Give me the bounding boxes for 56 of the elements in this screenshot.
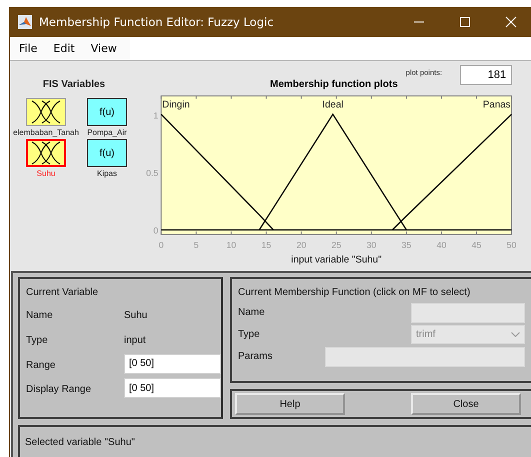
x-tick-label: 45 bbox=[472, 240, 482, 250]
field-label: Name bbox=[26, 310, 54, 321]
membership-curve[interactable] bbox=[392, 114, 512, 231]
input-field[interactable]: [0 50] bbox=[124, 354, 221, 374]
menu-item[interactable]: Edit bbox=[44, 42, 82, 55]
mf-label[interactable]: Ideal bbox=[322, 100, 344, 111]
field-value: input bbox=[124, 334, 146, 346]
membership-curve[interactable] bbox=[160, 114, 274, 231]
y-tick-label: 0.5 bbox=[146, 168, 158, 178]
field-label: Params bbox=[238, 351, 274, 362]
x-tick-label: 10 bbox=[226, 240, 236, 250]
x-tick-label: 20 bbox=[296, 240, 306, 250]
window-title: Membership Function Editor: Fuzzy Logic bbox=[39, 15, 274, 29]
x-tick-label: 5 bbox=[194, 240, 199, 250]
app-icon bbox=[18, 15, 32, 29]
x-tick-label: 0 bbox=[158, 240, 164, 250]
chevron-down-icon bbox=[511, 332, 520, 337]
field-label: Type bbox=[26, 334, 49, 346]
mf-label[interactable]: Dingin bbox=[162, 100, 190, 111]
dialog-button[interactable]: Help bbox=[235, 393, 345, 415]
field-value: Suhu bbox=[124, 310, 148, 321]
field-label: Display Range bbox=[26, 384, 92, 396]
y-tick-label: 0 bbox=[153, 226, 158, 236]
status-message: Selected variable "Suhu" bbox=[25, 437, 135, 448]
x-tick-label: 25 bbox=[331, 240, 342, 250]
x-tick-label: 15 bbox=[261, 240, 272, 250]
close-icon[interactable] bbox=[505, 16, 517, 28]
variable-label: Kipas bbox=[96, 169, 117, 178]
variable-label: Pompa_Air bbox=[87, 128, 127, 137]
plot-points-field[interactable]: 181 bbox=[460, 65, 512, 85]
maximize-icon[interactable] bbox=[459, 16, 471, 28]
field-label: Type bbox=[238, 329, 261, 340]
field-label: Name bbox=[238, 307, 266, 318]
x-tick-label: 40 bbox=[436, 240, 446, 250]
panel-title: Current Membership Function (click on MF to select) bbox=[238, 287, 472, 298]
variable-label: Suhu bbox=[36, 169, 56, 178]
y-tick-label: 1 bbox=[153, 110, 158, 121]
membership-curves-icon[interactable] bbox=[26, 139, 66, 167]
x-tick-label: 35 bbox=[402, 240, 412, 250]
field-label: Range bbox=[26, 360, 56, 370]
membership-curve[interactable] bbox=[258, 113, 407, 231]
panel-title: FIS Variables bbox=[42, 79, 106, 90]
function-block[interactable]: f(u) bbox=[87, 139, 127, 167]
panel-title: Current Variable bbox=[26, 287, 100, 298]
input-field[interactable]: [0 50] bbox=[124, 378, 221, 398]
dialog-button[interactable]: Close bbox=[411, 393, 521, 415]
x-axis-label: input variable "Suhu" bbox=[291, 255, 382, 266]
variable-label: elembaban_Tanah bbox=[13, 128, 79, 137]
chart-title: Membership function plots bbox=[270, 79, 398, 90]
menu-item[interactable]: View bbox=[82, 42, 124, 55]
membership-curves-icon[interactable] bbox=[26, 98, 66, 126]
x-tick-label: 30 bbox=[366, 240, 376, 250]
menu-item[interactable]: File bbox=[10, 42, 44, 55]
mf-label[interactable]: Panas bbox=[482, 100, 511, 111]
function-block[interactable]: f(u) bbox=[87, 98, 127, 126]
x-tick-label: 50 bbox=[506, 240, 516, 250]
